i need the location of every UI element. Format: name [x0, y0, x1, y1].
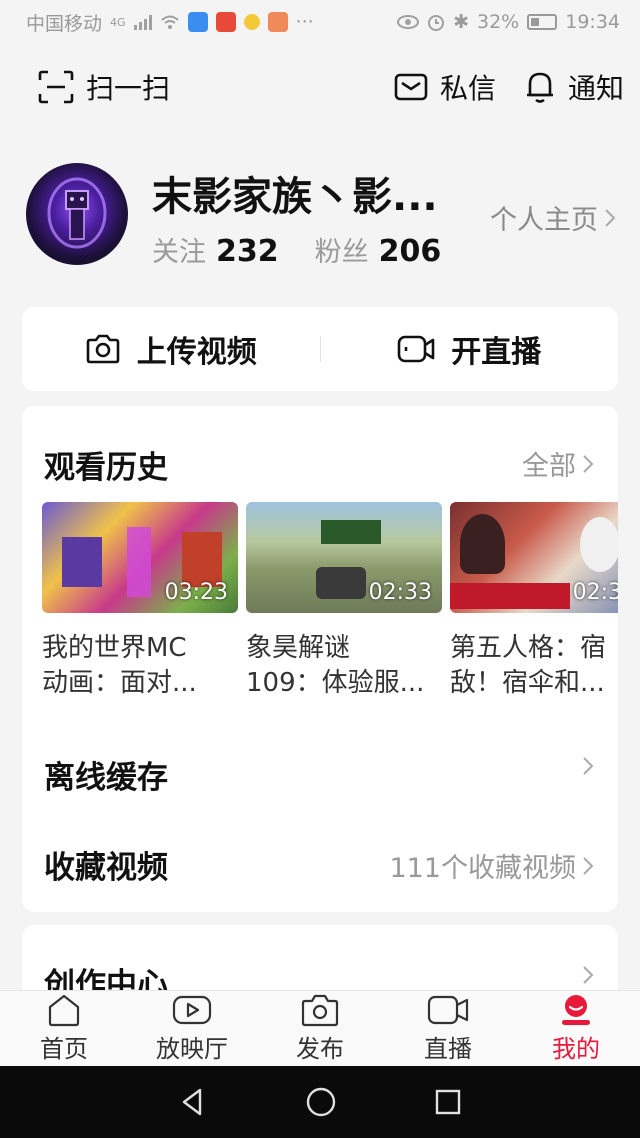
favorites-row[interactable]: 收藏视频 111个收藏视频 — [22, 834, 618, 894]
chevron-right-icon — [583, 966, 594, 984]
system-nav-bar — [0, 1066, 640, 1138]
messages-button[interactable]: 私信 — [394, 67, 496, 107]
bulb-icon — [243, 14, 260, 30]
tab-profile[interactable]: 我的 — [521, 993, 631, 1064]
history-video-item[interactable]: 02:33 象昊解谜 109：体验服... — [246, 502, 442, 705]
following-count[interactable]: 232 — [216, 234, 279, 269]
home-icon — [48, 994, 80, 1027]
history-card: 观看历史 全部 03:23 我的世界MC 动画：面对... 02:33 象昊解谜… — [22, 406, 618, 912]
back-icon[interactable] — [178, 1087, 208, 1117]
upload-video-button[interactable]: 上传视频 — [22, 327, 320, 371]
battery-percentage: 32% — [477, 11, 520, 33]
home-button-icon[interactable] — [305, 1086, 337, 1118]
live-camera-icon — [427, 995, 469, 1025]
network-type: 4G — [110, 15, 126, 29]
profile-stats: 关注 232 粉丝 206 — [152, 230, 467, 269]
homepage-label: 个人主页 — [490, 205, 598, 236]
status-bar: 中国移动 4G ··· ✱ 32% 19:34 — [0, 0, 640, 44]
video-title[interactable]: 第五人格：宿 敌！宿伞和... — [450, 631, 618, 705]
action-card: 上传视频 开直播 — [22, 307, 618, 391]
tab-home[interactable]: 首页 — [9, 993, 119, 1064]
notifications-label: 通知 — [567, 72, 624, 105]
avatar[interactable] — [26, 163, 128, 265]
carrier-name: 中国移动 — [26, 12, 103, 35]
mail-icon — [394, 73, 428, 101]
followers-label[interactable]: 粉丝 — [315, 230, 369, 269]
video-title[interactable]: 我的世界MC 动画：面对... — [42, 631, 238, 705]
homepage-link[interactable]: 个人主页 — [490, 198, 616, 237]
app-notification-icon — [267, 12, 288, 32]
profile-icon — [562, 995, 590, 1025]
more-notifications-icon: ··· — [295, 11, 314, 33]
tab-publish-label: 发布 — [296, 1035, 344, 1063]
alarm-icon — [428, 15, 445, 31]
tab-profile-label: 我的 — [552, 1035, 600, 1063]
history-see-all-button[interactable]: 全部 — [522, 444, 594, 483]
history-video-item[interactable]: 03:23 我的世界MC 动画：面对... — [42, 502, 238, 705]
favorites-label: 收藏视频 — [44, 850, 168, 886]
battery-icon — [527, 14, 558, 30]
video-duration: 02:33 — [368, 580, 432, 605]
messages-label: 私信 — [439, 72, 496, 105]
upload-video-label: 上传视频 — [136, 335, 257, 370]
creator-center-chevron — [582, 965, 594, 985]
bluetooth-icon: ✱ — [453, 11, 469, 33]
tab-live-label: 直播 — [424, 1035, 472, 1063]
video-thumbnail[interactable]: 02:33 — [246, 502, 442, 613]
username: 末影家族丶影... — [152, 174, 438, 220]
go-live-button[interactable]: 开直播 — [321, 327, 619, 371]
signal-icon — [133, 14, 152, 30]
video-camera-icon — [397, 335, 435, 363]
play-icon — [172, 995, 212, 1025]
offline-cache-label: 离线缓存 — [44, 760, 168, 796]
notifications-button[interactable]: 通知 — [524, 67, 624, 107]
favorites-count: 111个收藏视频 — [389, 853, 576, 884]
bottom-tab-bar: 首页 放映厅 发布 直播 我的 — [0, 990, 640, 1066]
video-duration: 02:30 — [572, 580, 618, 605]
following-label[interactable]: 关注 — [152, 230, 206, 269]
camera-icon — [86, 334, 120, 364]
profile-header: 末影家族丶影... 关注 232 粉丝 206 个人主页 — [0, 150, 640, 280]
scan-button[interactable]: 扫一扫 — [38, 67, 170, 107]
chevron-right-icon — [583, 757, 594, 775]
tab-publish[interactable]: 发布 — [265, 993, 375, 1064]
top-bar: 扫一扫 私信 通知 — [0, 56, 640, 118]
avatar-figure-icon — [47, 177, 107, 249]
scan-icon — [38, 70, 74, 104]
chevron-right-icon — [583, 454, 594, 473]
wifi-icon — [160, 15, 179, 29]
bell-icon — [526, 72, 553, 103]
tab-cinema-label: 放映厅 — [156, 1035, 228, 1063]
go-live-label: 开直播 — [451, 335, 542, 370]
scan-label: 扫一扫 — [86, 72, 171, 105]
eye-icon — [397, 15, 420, 29]
offline-cache-chevron — [582, 756, 594, 776]
tab-live[interactable]: 直播 — [393, 993, 503, 1064]
video-thumbnail[interactable]: 03:23 — [42, 502, 238, 613]
offline-cache-row[interactable]: 离线缓存 — [22, 744, 618, 804]
tab-cinema[interactable]: 放映厅 — [137, 993, 247, 1064]
video-duration: 03:23 — [164, 580, 228, 605]
history-list: 03:23 我的世界MC 动画：面对... 02:33 象昊解谜 109：体验服… — [42, 502, 618, 712]
tab-home-label: 首页 — [40, 1035, 88, 1063]
chevron-right-icon — [605, 208, 616, 227]
chevron-right-icon — [583, 856, 594, 875]
camera-icon — [301, 994, 339, 1027]
followers-count[interactable]: 206 — [379, 234, 442, 269]
app-notification-icon — [187, 12, 208, 32]
news-app-icon — [215, 12, 236, 32]
see-all-label: 全部 — [522, 451, 576, 482]
favorites-info: 111个收藏视频 — [389, 846, 594, 885]
recents-icon[interactable] — [434, 1088, 462, 1116]
video-thumbnail[interactable]: 02:30 — [450, 502, 618, 613]
video-title[interactable]: 象昊解谜 109：体验服... — [246, 631, 442, 705]
history-video-item[interactable]: 02:30 第五人格：宿 敌！宿伞和... — [450, 502, 618, 705]
history-title: 观看历史 — [44, 450, 168, 486]
clock: 19:34 — [565, 11, 620, 33]
